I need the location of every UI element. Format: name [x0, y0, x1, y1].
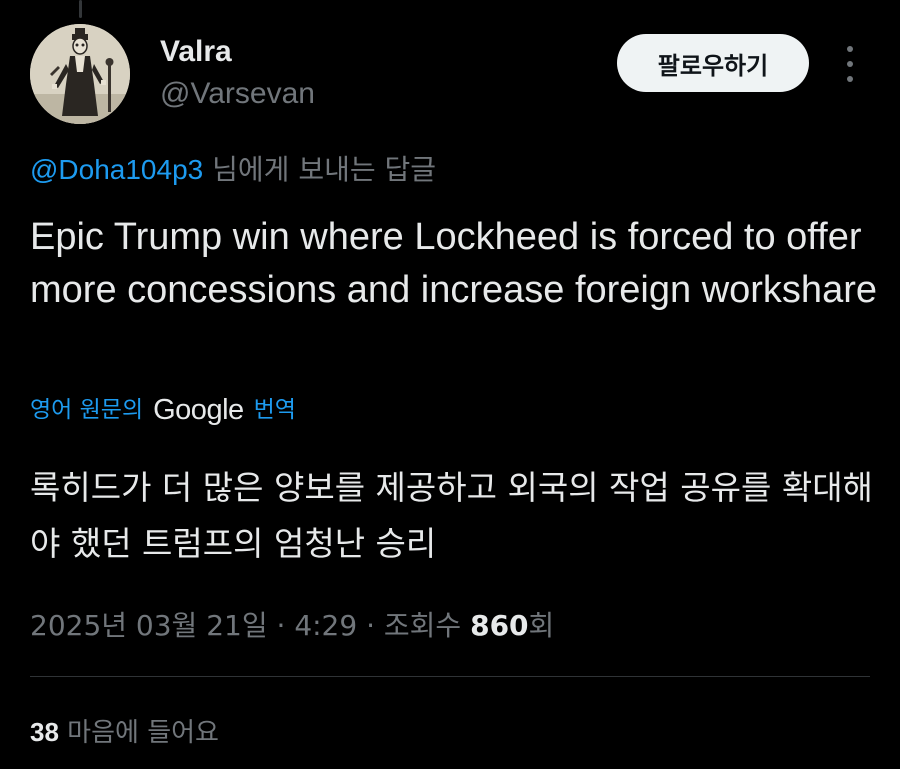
tweet-text: Epic Trump win where Lockheed is forced … [30, 216, 877, 311]
tweet-meta: 2025년 03월 21일 · 4:29 · 조회수 860회 [30, 604, 554, 648]
meta-separator: · [357, 609, 384, 642]
tweet-header: Valra @Varsevan 팔로우하기 [30, 24, 870, 126]
google-logo: Google [153, 394, 244, 426]
more-dot [847, 46, 853, 52]
tweet-date[interactable]: 2025년 03월 21일 [30, 609, 268, 642]
user-name-block: Valra @Varsevan [160, 34, 315, 114]
translation-label-before: 영어 원문의 [30, 397, 144, 423]
user-handle[interactable]: @Varsevan [160, 74, 315, 114]
avatar-image [30, 24, 130, 124]
views-label: 조회수 [383, 609, 471, 642]
reply-context: @Doha104p3 님에게 보내는 답글 [30, 150, 436, 190]
display-name[interactable]: Valra [160, 34, 315, 70]
likes-label: 마음에 들어요 [58, 718, 219, 748]
more-dot [847, 76, 853, 82]
thread-connector-line [79, 0, 82, 18]
divider [30, 676, 870, 677]
translation-label-after: 번역 [253, 397, 296, 423]
translated-text: 록히드가 더 많은 양보를 제공하고 외국의 작업 공유를 확대해야 했던 트럼… [30, 468, 873, 563]
tweet-time[interactable]: 4:29 [294, 609, 357, 642]
likes-stat[interactable]: 38 마음에 들어요 [30, 710, 219, 755]
avatar[interactable] [30, 24, 130, 124]
reply-mention-link[interactable]: @Doha104p3 [30, 154, 203, 185]
meta-separator: · [267, 609, 295, 642]
translation-attribution[interactable]: 영어 원문의 Google 번역 [30, 390, 296, 430]
likes-count: 38 [30, 717, 59, 747]
views-suffix: 회 [528, 609, 555, 642]
views-count: 860 [470, 609, 529, 642]
reply-suffix: 님에게 보내는 답글 [203, 153, 437, 186]
more-options-icon[interactable] [834, 46, 866, 82]
more-dot [847, 61, 853, 67]
follow-button[interactable]: 팔로우하기 [617, 34, 809, 92]
